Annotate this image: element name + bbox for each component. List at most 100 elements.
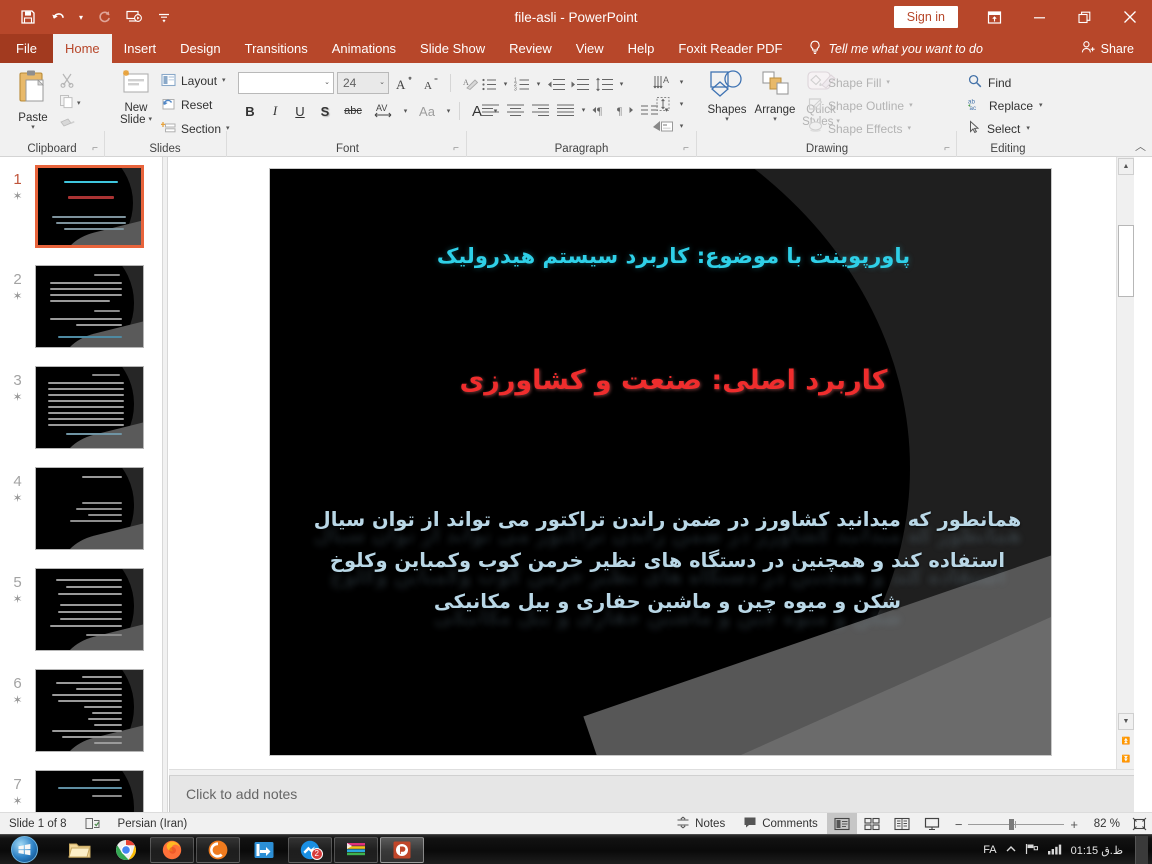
comments-button[interactable]: Comments	[734, 813, 827, 835]
current-slide[interactable]: پاورپوینت با موضوع: کاربرد سیستم هیدرولی…	[270, 169, 1051, 755]
align-text-caret-icon[interactable]: ▾	[676, 93, 687, 115]
internet-download-manager-icon[interactable]	[242, 837, 286, 863]
zoom-out-button[interactable]: −	[955, 817, 963, 832]
notes-pane[interactable]: Click to add notes	[169, 775, 1134, 813]
restore-icon[interactable]	[1062, 0, 1107, 34]
winrar-icon[interactable]	[334, 836, 378, 863]
font-size-combo[interactable]: 24 ⌄	[337, 72, 389, 94]
italic-button[interactable]: I	[263, 99, 287, 123]
shapes-dropdown-caret-icon[interactable]: ▾	[725, 116, 729, 124]
normal-view-icon[interactable]	[826, 813, 857, 835]
tab-foxit-reader-pdf[interactable]: Foxit Reader PDF	[666, 34, 794, 63]
slide-subtitle-text[interactable]: کاربرد اصلی: صنعت و کشاورزی	[310, 365, 1037, 396]
share-button[interactable]: Share	[1073, 34, 1142, 63]
tab-help[interactable]: Help	[616, 34, 667, 63]
network-icon[interactable]	[1025, 843, 1039, 858]
messenger-icon[interactable]: 2	[288, 836, 332, 863]
arrange-dropdown-caret-icon[interactable]: ▾	[773, 116, 777, 124]
animation-star-icon[interactable]: ✶	[12, 289, 22, 303]
pane-splitter[interactable]	[162, 157, 168, 812]
save-icon[interactable]	[14, 4, 42, 30]
thumbnail-image[interactable]	[35, 669, 144, 752]
character-spacing-button[interactable]: AV	[369, 99, 399, 123]
change-case-button[interactable]: Aa	[412, 99, 442, 123]
left-to-right-icon[interactable]: ¶	[589, 99, 613, 121]
decrease-font-size-icon[interactable]: A	[419, 71, 443, 95]
minimize-icon[interactable]	[1017, 0, 1062, 34]
scrollbar-thumb[interactable]	[1118, 225, 1134, 297]
zoom-slider[interactable]: − +	[947, 817, 1086, 832]
increase-indent-icon[interactable]	[568, 73, 592, 95]
animation-star-icon[interactable]: ✶	[12, 189, 22, 203]
strikethrough-button[interactable]: abc	[338, 99, 368, 123]
paste-button[interactable]: Paste ▾	[10, 69, 56, 132]
tray-language-label[interactable]: FA	[983, 844, 996, 856]
font-dialog-launcher-icon[interactable]: ⌐	[453, 143, 459, 154]
copy-button[interactable]: ▾	[56, 93, 96, 115]
animation-star-icon[interactable]: ✶	[12, 491, 22, 505]
replace-dropdown-caret-icon[interactable]: ▾	[1039, 102, 1043, 110]
font-name-caret-icon[interactable]: ⌄	[324, 79, 330, 87]
text-direction-icon[interactable]: A	[650, 71, 676, 93]
text-shadow-button[interactable]: S	[313, 99, 337, 123]
sign-in-button[interactable]: Sign in	[893, 6, 958, 28]
tab-view[interactable]: View	[564, 34, 616, 63]
language-indicator[interactable]: Persian (Iran)	[109, 813, 197, 835]
replace-button[interactable]: ab ac Replace ▾	[968, 94, 1043, 117]
line-spacing-icon[interactable]	[592, 73, 616, 95]
shapes-button[interactable]: Shapes ▾	[704, 69, 750, 124]
show-desktop-button[interactable]	[1135, 836, 1148, 864]
slide-show-view-icon[interactable]	[917, 813, 947, 835]
slide-thumbnail-3[interactable]: 3 ✶	[0, 366, 162, 449]
slide-thumbnail-1[interactable]: 1 ✶	[0, 165, 162, 248]
tab-animations[interactable]: Animations	[320, 34, 408, 63]
undo-dropdown-caret-icon[interactable]: ▾	[74, 4, 88, 30]
tab-review[interactable]: Review	[497, 34, 564, 63]
align-right-icon[interactable]	[528, 99, 553, 121]
section-button[interactable]: Section ▾	[161, 117, 230, 141]
format-painter-button[interactable]	[56, 115, 96, 137]
animation-star-icon[interactable]: ✶	[12, 794, 22, 808]
increase-font-size-icon[interactable]: A	[392, 71, 416, 95]
tab-home[interactable]: Home	[52, 34, 112, 63]
align-text-icon[interactable]	[650, 93, 676, 115]
slide-thumbnail-6[interactable]: 6 ✶	[0, 669, 162, 752]
slide-body-text[interactable]: همانطور که میدانید کشاورز در ضمن راندن ت…	[306, 499, 1029, 622]
thumbnail-image[interactable]	[35, 467, 144, 550]
slide-thumbnail-7[interactable]: 7 ✶	[0, 770, 162, 812]
tab-file[interactable]: File	[0, 34, 53, 63]
redo-icon[interactable]	[90, 4, 118, 30]
convert-to-smartart-icon[interactable]	[650, 115, 676, 137]
font-name-combo[interactable]: ⌄	[238, 72, 334, 94]
arrange-button[interactable]: Arrange ▾	[752, 69, 798, 124]
bullets-icon[interactable]	[478, 73, 500, 95]
drawing-dialog-launcher-icon[interactable]: ⌐	[944, 143, 950, 154]
slide-thumbnail-5[interactable]: 5 ✶	[0, 568, 162, 651]
previous-slide-icon[interactable]: ⏫	[1118, 732, 1134, 749]
paste-dropdown-caret-icon[interactable]: ▾	[31, 124, 35, 132]
paragraph-dialog-launcher-icon[interactable]: ⌐	[683, 143, 689, 154]
firefox-icon[interactable]	[150, 836, 194, 863]
volume-icon[interactable]	[1047, 843, 1063, 858]
next-slide-icon[interactable]: ⏬	[1118, 750, 1134, 767]
justify-icon[interactable]	[553, 99, 578, 121]
scroll-down-icon[interactable]: ▼	[1118, 713, 1134, 730]
google-chrome-icon[interactable]	[104, 837, 148, 863]
foxit-reader-icon[interactable]	[196, 836, 240, 863]
cut-button[interactable]	[56, 71, 96, 93]
text-direction-caret-icon[interactable]: ▾	[676, 71, 687, 93]
numbering-icon[interactable]: 123	[511, 73, 533, 95]
select-dropdown-caret-icon[interactable]: ▾	[1026, 125, 1030, 133]
layout-dropdown-caret-icon[interactable]: ▾	[222, 77, 226, 85]
font-size-caret-icon[interactable]: ⌄	[379, 79, 385, 87]
layout-button[interactable]: Layout ▾	[161, 69, 230, 93]
bullets-caret-icon[interactable]: ▾	[500, 73, 511, 95]
slide-title-text[interactable]: پاورپوینت با موضوع: کاربرد سیستم هیدرولی…	[310, 244, 1037, 268]
undo-icon[interactable]	[44, 4, 72, 30]
line-spacing-caret-icon[interactable]: ▾	[616, 73, 627, 95]
accessibility-checker-icon[interactable]	[76, 813, 109, 835]
clipboard-dialog-launcher-icon[interactable]: ⌐	[92, 143, 98, 154]
taskbar-clock[interactable]: 01:15 ظ.ق	[1071, 844, 1123, 857]
animation-star-icon[interactable]: ✶	[12, 693, 22, 707]
zoom-in-button[interactable]: +	[1070, 817, 1078, 832]
